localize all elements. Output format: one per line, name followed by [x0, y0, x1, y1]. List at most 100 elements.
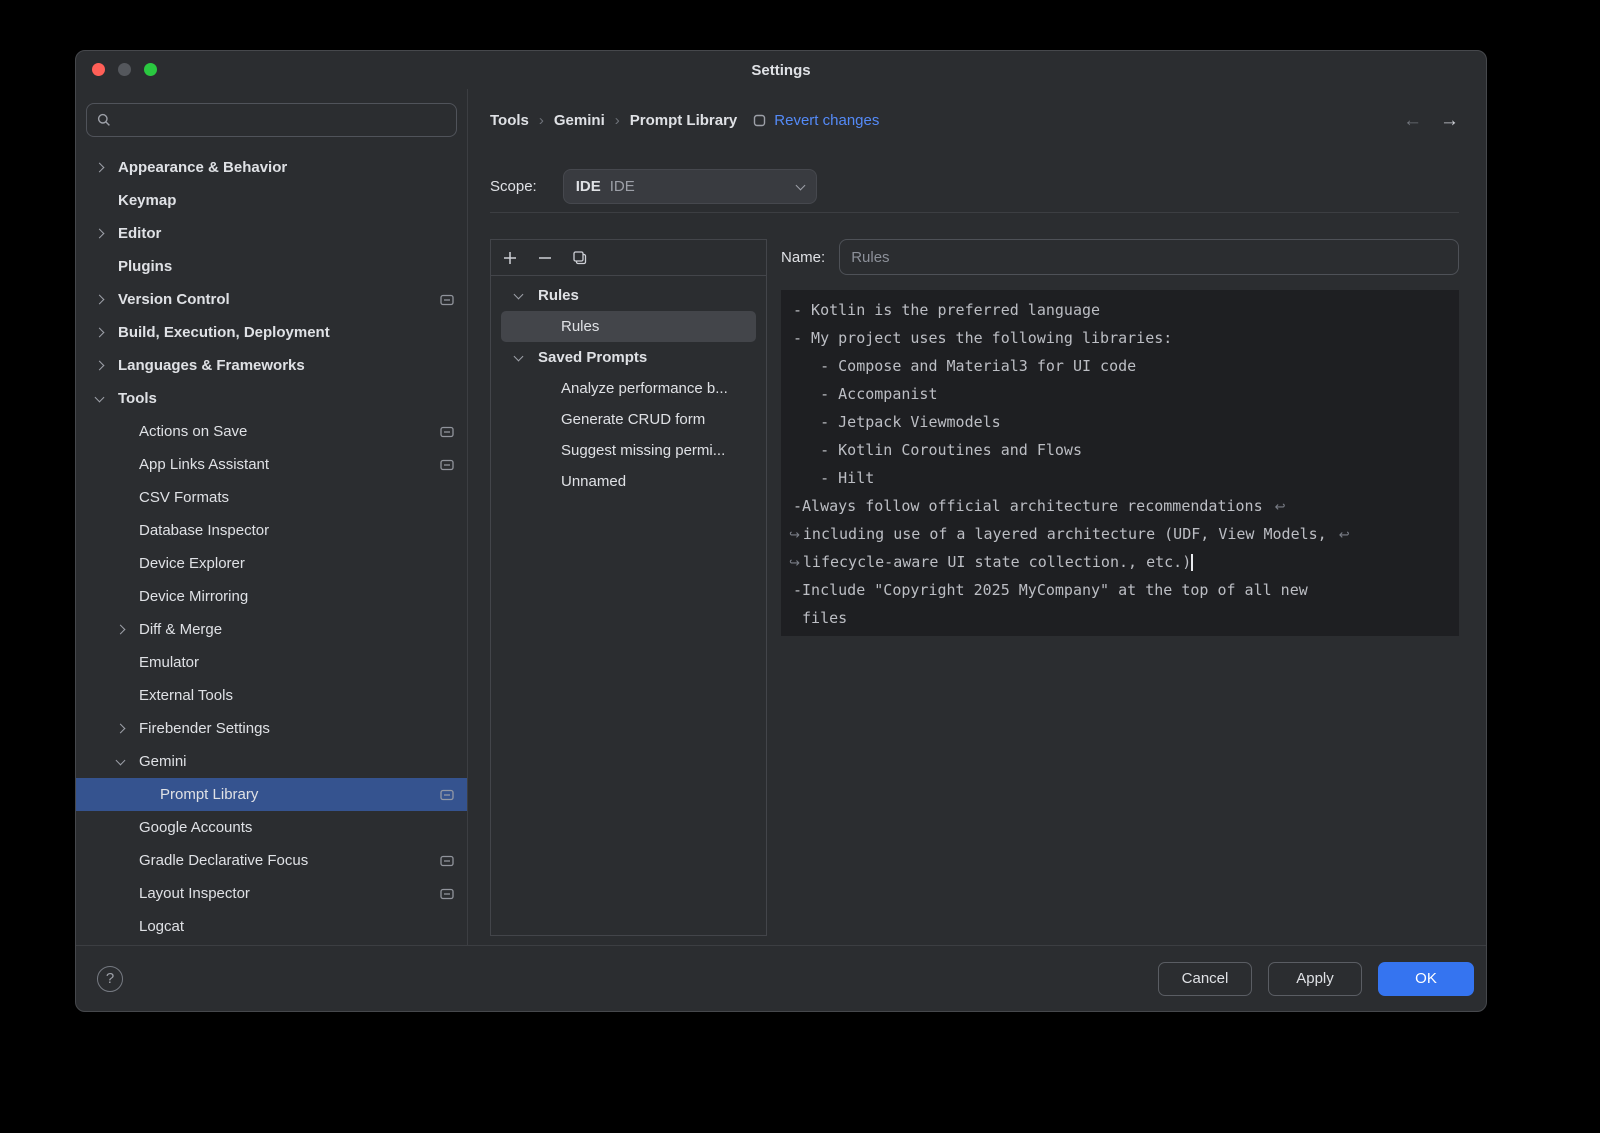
sidebar-item-label: CSV Formats — [139, 489, 229, 506]
sidebar-item-label: Version Control — [118, 291, 230, 308]
prompt-detail-pane: Name: - Kotlin is the preferred language… — [781, 239, 1459, 936]
sidebar-item-label: Editor — [118, 225, 161, 242]
breadcrumb-item-prompt-library[interactable]: Prompt Library — [630, 112, 738, 129]
sidebar-item-layout-inspector[interactable]: Layout Inspector — [76, 877, 467, 910]
sidebar-item-label: Diff & Merge — [139, 621, 222, 638]
chevron-down-icon[interactable] — [96, 397, 118, 401]
prompt-item-generate-crud-form[interactable]: Generate CRUD form — [501, 404, 756, 435]
chevron-right-icon[interactable] — [117, 725, 139, 732]
sidebar-item-languages-frameworks[interactable]: Languages & Frameworks — [76, 349, 467, 382]
chevron-right-icon[interactable] — [96, 296, 118, 303]
chevron-right-icon[interactable] — [96, 362, 118, 369]
chevron-down-icon[interactable] — [515, 294, 538, 298]
breadcrumb: Tools›Gemini›Prompt Library — [490, 112, 737, 129]
sidebar-item-gemini[interactable]: Gemini — [76, 745, 467, 778]
scope-selected-value: IDE — [610, 178, 635, 195]
code-line: - Kotlin Coroutines and Flows — [793, 436, 1447, 464]
code-line: - Jetpack Viewmodels — [793, 408, 1447, 436]
help-button[interactable]: ? — [97, 966, 123, 992]
prompt-text-editor[interactable]: - Kotlin is the preferred language- My p… — [781, 290, 1459, 636]
remove-prompt-button[interactable] — [536, 249, 554, 267]
sidebar-item-label: Database Inspector — [139, 522, 269, 539]
settings-sidebar: Appearance & Behavior Keymap Editor Plugins… — [76, 89, 468, 945]
soft-wrap-icon: ↪ — [789, 556, 800, 571]
add-prompt-button[interactable] — [501, 249, 519, 267]
sidebar-item-label: Appearance & Behavior — [118, 159, 287, 176]
minimize-window-button[interactable] — [118, 63, 131, 76]
title-bar: Settings — [76, 51, 1486, 89]
code-text: files — [793, 609, 847, 627]
forward-arrow-icon[interactable]: → — [1440, 111, 1459, 130]
code-text: - Kotlin Coroutines and Flows — [793, 441, 1082, 459]
ide-level-icon — [439, 458, 455, 472]
sidebar-item-logcat[interactable]: Logcat — [76, 910, 467, 943]
sidebar-item-csv-formats[interactable]: CSV Formats — [76, 481, 467, 514]
chevron-right-icon[interactable] — [96, 164, 118, 171]
sidebar-item-label: Languages & Frameworks — [118, 357, 305, 374]
sidebar-item-tools[interactable]: Tools — [76, 382, 467, 415]
revert-changes-link[interactable]: Revert changes — [753, 112, 879, 129]
ide-level-icon — [439, 887, 455, 901]
sidebar-item-external-tools[interactable]: External Tools — [76, 679, 467, 712]
sidebar-item-diff-merge[interactable]: Diff & Merge — [76, 613, 467, 646]
prompt-group-rules[interactable]: Rules — [491, 280, 766, 311]
sidebar-item-gradle-declarative-focus[interactable]: Gradle Declarative Focus — [76, 844, 467, 877]
window-title: Settings — [751, 62, 810, 79]
code-text: including use of a layered architecture … — [803, 525, 1336, 543]
settings-search-field[interactable] — [86, 103, 457, 137]
prompt-item-analyze-performance-b[interactable]: Analyze performance b... — [501, 373, 756, 404]
sidebar-item-google-accounts[interactable]: Google Accounts — [76, 811, 467, 844]
text-cursor — [1191, 554, 1193, 571]
sidebar-item-keymap[interactable]: Keymap — [76, 184, 467, 217]
chevron-down-icon — [797, 184, 804, 189]
prompt-label: Suggest missing permi... — [561, 442, 725, 459]
navigation-arrows: ← → — [1403, 111, 1459, 130]
chevron-right-icon[interactable] — [117, 626, 139, 633]
sidebar-item-appearance-behavior[interactable]: Appearance & Behavior — [76, 151, 467, 184]
sidebar-item-prompt-library[interactable]: Prompt Library — [76, 778, 467, 811]
sidebar-item-plugins[interactable]: Plugins — [76, 250, 467, 283]
sidebar-item-editor[interactable]: Editor — [76, 217, 467, 250]
sidebar-item-firebender-settings[interactable]: Firebender Settings — [76, 712, 467, 745]
prompt-item-rules[interactable]: Rules — [501, 311, 756, 342]
prompt-group-saved-prompts[interactable]: Saved Prompts — [491, 342, 766, 373]
scope-row: Scope: IDE IDE — [490, 169, 1459, 204]
sidebar-item-label: External Tools — [139, 687, 233, 704]
sidebar-item-device-mirroring[interactable]: Device Mirroring — [76, 580, 467, 613]
sidebar-item-label: Gemini — [139, 753, 187, 770]
chevron-down-icon[interactable] — [515, 356, 538, 360]
copy-prompt-button[interactable] — [571, 249, 589, 267]
search-input[interactable] — [119, 111, 447, 129]
close-window-button[interactable] — [92, 63, 105, 76]
prompt-tree: RulesRulesSaved PromptsAnalyze performan… — [491, 276, 766, 935]
sidebar-item-version-control[interactable]: Version Control — [76, 283, 467, 316]
code-line: - Hilt — [793, 464, 1447, 492]
sidebar-item-build-execution-deployment[interactable]: Build, Execution, Deployment — [76, 316, 467, 349]
chevron-right-icon[interactable] — [96, 230, 118, 237]
chevron-down-icon[interactable] — [117, 760, 139, 764]
back-arrow-icon[interactable]: ← — [1403, 111, 1422, 130]
chevron-right-icon[interactable] — [96, 329, 118, 336]
breadcrumb-item-tools[interactable]: Tools — [490, 112, 529, 129]
apply-button[interactable]: Apply — [1268, 962, 1362, 996]
scope-dropdown[interactable]: IDE IDE — [563, 169, 817, 204]
breadcrumb-item-gemini[interactable]: Gemini — [554, 112, 605, 129]
revert-icon — [753, 114, 766, 127]
zoom-window-button[interactable] — [144, 63, 157, 76]
sidebar-item-label: Tools — [118, 390, 157, 407]
sidebar-item-emulator[interactable]: Emulator — [76, 646, 467, 679]
sidebar-item-actions-on-save[interactable]: Actions on Save — [76, 415, 467, 448]
prompt-label: Generate CRUD form — [561, 411, 705, 428]
sidebar-item-device-explorer[interactable]: Device Explorer — [76, 547, 467, 580]
prompt-item-suggest-missing-permi[interactable]: Suggest missing permi... — [501, 435, 756, 466]
soft-wrap-icon: ↩ — [1275, 500, 1286, 515]
sidebar-item-label: Google Accounts — [139, 819, 252, 836]
sidebar-item-database-inspector[interactable]: Database Inspector — [76, 514, 467, 547]
soft-wrap-icon: ↪ — [789, 528, 800, 543]
sidebar-item-app-links-assistant[interactable]: App Links Assistant — [76, 448, 467, 481]
prompt-name-input[interactable] — [839, 239, 1459, 275]
prompt-item-unnamed[interactable]: Unnamed — [501, 466, 756, 497]
name-row: Name: — [781, 239, 1459, 275]
cancel-button[interactable]: Cancel — [1158, 962, 1252, 996]
ok-button[interactable]: OK — [1378, 962, 1474, 996]
